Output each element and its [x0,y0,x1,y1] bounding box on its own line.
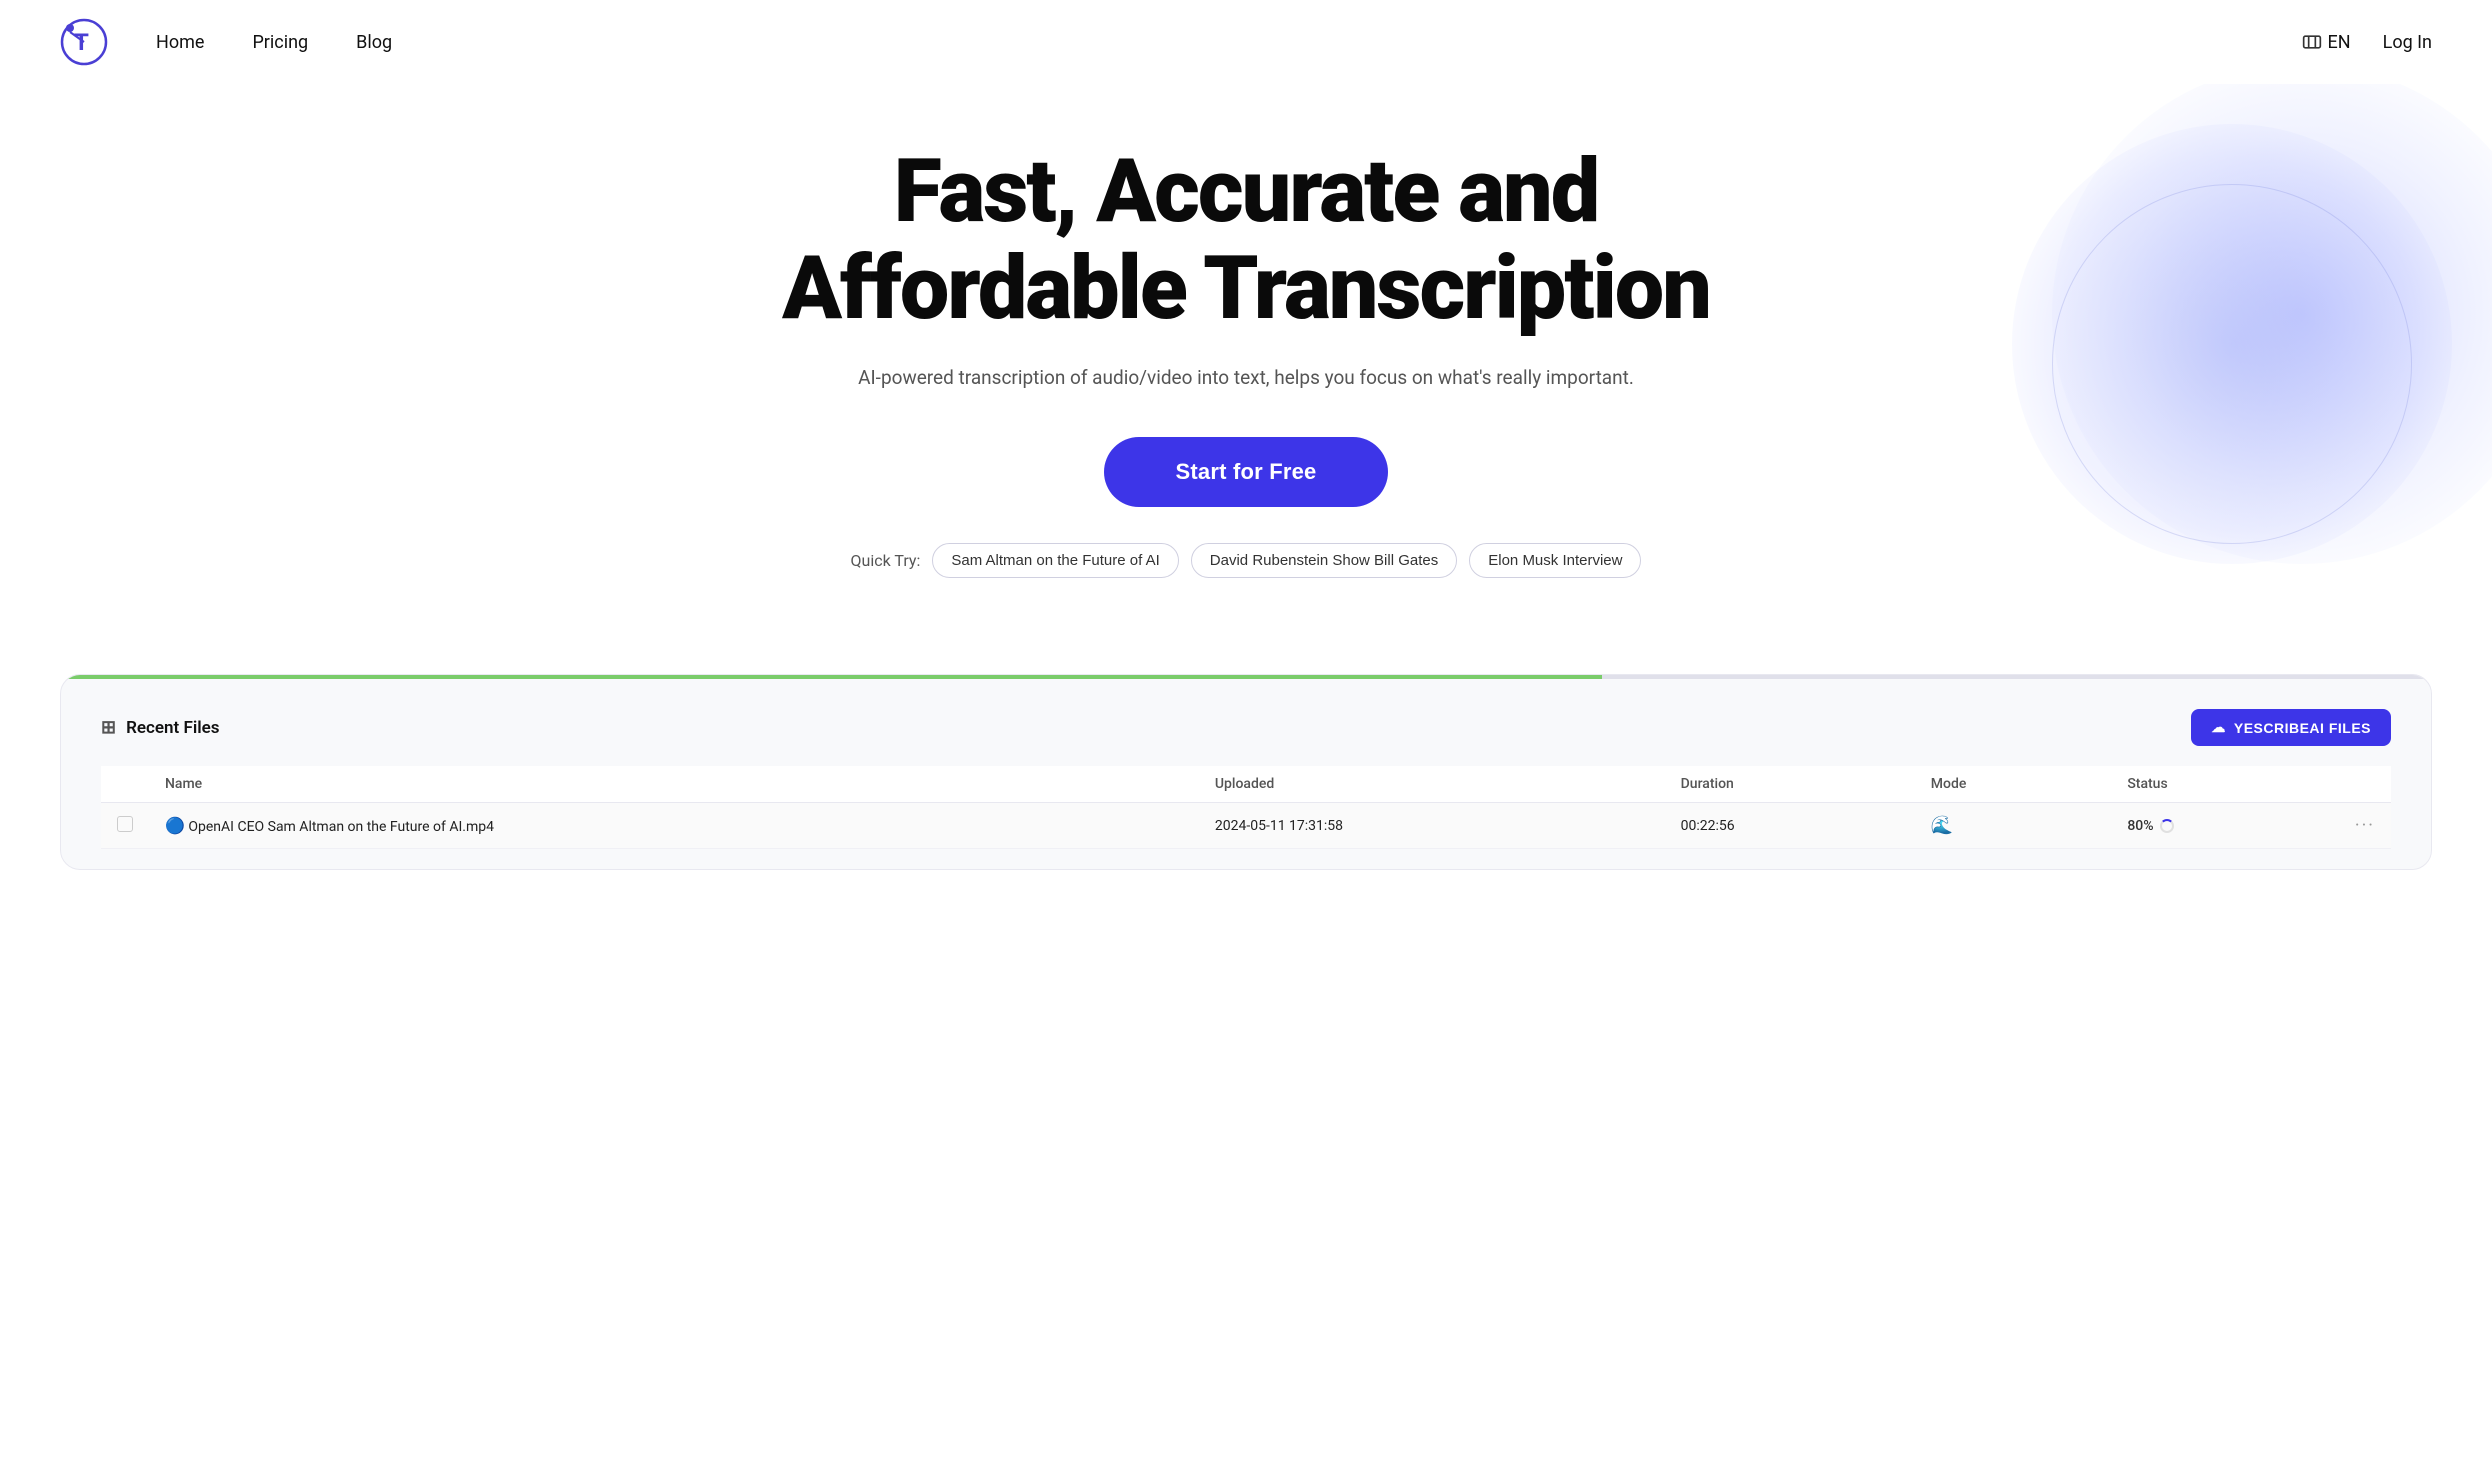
mode-wave-icon: 🌊 [1931,815,1953,836]
col-duration: Duration [1665,766,1915,803]
col-uploaded: Uploaded [1199,766,1665,803]
row-status: 80% [2111,803,2339,849]
yescribeai-files-button[interactable]: ☁ YESCRIBEAI FILES [2191,709,2391,746]
lang-label: EN [2328,32,2351,53]
col-mode: Mode [1915,766,2112,803]
recent-files-text: Recent Files [126,718,219,738]
demo-section: ⊞ Recent Files ☁ YESCRIBEAI FILES Name U… [60,674,2432,870]
grid-icon: ⊞ [101,717,116,738]
status-loading: 80% [2127,818,2323,834]
quick-try-chip-2[interactable]: David Rubenstein Show Bill Gates [1191,543,1457,578]
start-for-free-button[interactable]: Start for Free [1104,437,1389,507]
col-actions [2339,766,2391,803]
demo-inner: ⊞ Recent Files ☁ YESCRIBEAI FILES Name U… [61,679,2431,869]
nav-links: Home Pricing Blog [156,32,392,53]
row-uploaded: 2024-05-11 17:31:58 [1199,803,1665,849]
svg-text:T: T [74,29,89,56]
col-checkbox [101,766,149,803]
file-emoji: 🔵 [165,816,185,835]
upload-icon: ☁ [2211,719,2226,736]
col-status: Status [2111,766,2339,803]
quick-try-chip-1[interactable]: Sam Altman on the Future of AI [932,543,1178,578]
nav-blog[interactable]: Blog [356,32,392,53]
nav-home[interactable]: Home [156,32,204,53]
checkbox[interactable] [117,816,133,832]
logo[interactable]: T [60,18,108,66]
row-mode: 🌊 [1915,803,2112,849]
nav-pricing[interactable]: Pricing [252,32,308,53]
row-duration: 00:22:56 [1665,803,1915,849]
row-actions[interactable]: ··· [2339,803,2391,849]
navbar-left: T Home Pricing Blog [60,18,392,66]
quick-try-chip-3[interactable]: Elon Musk Interview [1469,543,1641,578]
demo-header: ⊞ Recent Files ☁ YESCRIBEAI FILES [101,709,2391,746]
hero-section: Fast, Accurate and Affordable Transcript… [0,84,2492,644]
loading-spinner [2160,819,2174,833]
yescribeai-files-label: YESCRIBEAI FILES [2234,720,2371,736]
hero-subtitle: AI-powered transcription of audio/video … [40,366,2452,389]
row-name: 🔵 OpenAI CEO Sam Altman on the Future of… [149,803,1199,849]
actions-menu-icon[interactable]: ··· [2355,815,2375,836]
files-table: Name Uploaded Duration Mode Status 🔵 Ope… [101,766,2391,849]
quick-try-label: Quick Try: [851,551,921,570]
language-selector[interactable]: EN [2302,32,2351,53]
hero-title: Fast, Accurate and Affordable Transcript… [696,144,1796,338]
col-name: Name [149,766,1199,803]
quick-try-section: Quick Try: Sam Altman on the Future of A… [40,543,2452,578]
row-checkbox[interactable] [101,803,149,849]
demo-recent-files-label: ⊞ Recent Files [101,717,220,738]
hero-content: Fast, Accurate and Affordable Transcript… [40,144,2452,578]
navbar: T Home Pricing Blog EN Log In [0,0,2492,84]
table-row[interactable]: 🔵 OpenAI CEO Sam Altman on the Future of… [101,803,2391,849]
navbar-right: EN Log In [2302,32,2432,53]
login-button[interactable]: Log In [2383,32,2432,53]
status-percent: 80% [2127,818,2153,834]
